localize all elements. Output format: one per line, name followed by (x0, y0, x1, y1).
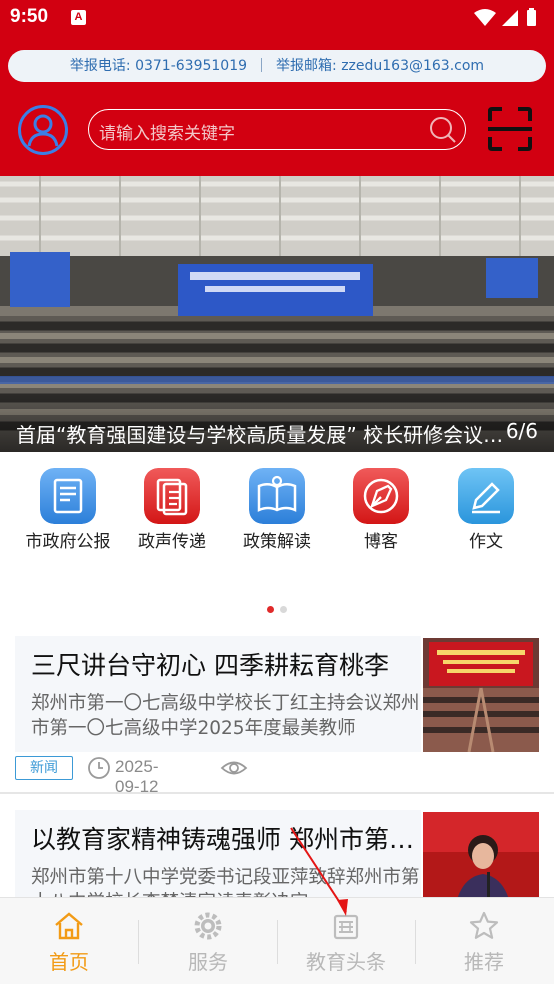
status-time: 9:50 (10, 6, 49, 27)
pager-dot-active[interactable] (267, 606, 274, 613)
news-title: 三尺讲台守初心 四季耕耘育桃李 (31, 651, 389, 680)
news-thumbnail (423, 638, 539, 752)
pager-dots (0, 598, 554, 617)
gear-icon (194, 912, 222, 940)
news-divider (0, 792, 554, 794)
search-placeholder: 请输入搜索关键字 (99, 124, 235, 144)
wifi-icon (474, 9, 496, 26)
quick-links: 市政府公报 政声传递 政策解读 博客 作文 (0, 452, 554, 584)
home-icon (55, 912, 83, 940)
open-book-icon (249, 468, 305, 524)
banner-counter: 6/6 (505, 419, 538, 443)
nav-label: 服务 (188, 950, 228, 974)
battery-icon (527, 8, 536, 26)
banner-caption: 首届“教育强国建设与学校高质量发展” 校长研修会议召开 (16, 423, 504, 447)
report-email: 举报邮箱: zzedu163@163.com (276, 58, 485, 74)
user-avatar-icon[interactable] (17, 104, 69, 156)
quick-link-policy[interactable]: 政策解读 (225, 468, 329, 552)
quick-link-label: 市政府公报 (25, 532, 111, 552)
news-title: 以教育家精神铸魂强师 郑州市第十八中学 (31, 825, 423, 854)
gazette-icon (40, 468, 96, 524)
pager-dot[interactable] (280, 606, 287, 613)
news-date: 2025-09-12 (115, 757, 159, 796)
news-text-area: 以教育家精神铸魂强师 郑州市第十八中学 郑州市第十八中学党委书记段亚萍致辞郑州市… (15, 810, 423, 897)
nav-label: 推荐 (464, 950, 504, 974)
nav-edu-headlines[interactable]: 教育头条 (277, 898, 415, 984)
star-icon (469, 911, 499, 939)
eye-icon (220, 761, 248, 775)
scan-icon[interactable] (487, 106, 533, 152)
report-hotline-bar[interactable]: 举报电话: 0371-63951019 举报邮箱: zzedu163@163.co… (8, 50, 546, 82)
nav-label: 教育头条 (306, 950, 386, 974)
quick-link-blog[interactable]: 博客 (329, 468, 433, 552)
search-icon[interactable] (429, 116, 457, 144)
quick-link-gazette[interactable]: 市政府公报 (16, 468, 120, 552)
hotline-divider (261, 58, 263, 72)
quick-link-label: 博客 (364, 532, 398, 552)
news-summary: 郑州市第十八中学党委书记段亚萍致辞郑州市第十八中学校长李梦清宣读表彰决定 (31, 867, 420, 897)
news-summary: 郑州市第一〇七高级中学校长丁红主持会议郑州市第一〇七高级中学2025年度最美教师 (31, 693, 420, 739)
report-phone: 举报电话: 0371-63951019 (69, 58, 248, 74)
news-card[interactable]: 以教育家精神铸魂强师 郑州市第十八中学 郑州市第十八中学党委书记段亚萍致辞郑州市… (0, 810, 554, 897)
nav-recommend[interactable]: 推荐 (415, 898, 553, 984)
news-thumbnail (423, 812, 539, 897)
quick-link-label: 政声传递 (138, 532, 206, 552)
status-bar: 9:50 A (0, 0, 554, 36)
nav-label: 首页 (49, 950, 89, 974)
hero-banner[interactable]: 首届“教育强国建设与学校高质量发展” 校长研修会议召开 6/6 (0, 176, 554, 452)
pen-nib-icon (353, 468, 409, 524)
system-icons (474, 8, 536, 26)
search-bar[interactable]: 请输入搜索关键字 (88, 109, 466, 150)
signal-icon (502, 10, 518, 26)
quick-link-voices[interactable]: 政声传递 (120, 468, 224, 552)
quick-link-label: 政策解读 (243, 532, 311, 552)
newspaper-icon (333, 914, 359, 940)
bottom-nav: 首页 服务 教育头条 推荐 (0, 897, 554, 984)
quick-link-label: 作文 (469, 532, 503, 552)
pencil-icon (458, 468, 514, 524)
app-header: 举报电话: 0371-63951019 举报邮箱: zzedu163@163.co… (0, 36, 554, 176)
notification-badge: A (71, 10, 86, 25)
news-card[interactable]: 三尺讲台守初心 四季耕耘育桃李 郑州市第一〇七高级中学校长丁红主持会议郑州市第一… (0, 636, 554, 796)
news-tag: 新闻 (15, 756, 73, 780)
nav-home[interactable]: 首页 (0, 898, 138, 984)
nav-service[interactable]: 服务 (139, 898, 277, 984)
document-icon (144, 468, 200, 524)
clock-icon (88, 757, 110, 779)
news-text-area: 三尺讲台守初心 四季耕耘育桃李 郑州市第一〇七高级中学校长丁红主持会议郑州市第一… (15, 636, 421, 752)
quick-link-essay[interactable]: 作文 (434, 468, 538, 552)
